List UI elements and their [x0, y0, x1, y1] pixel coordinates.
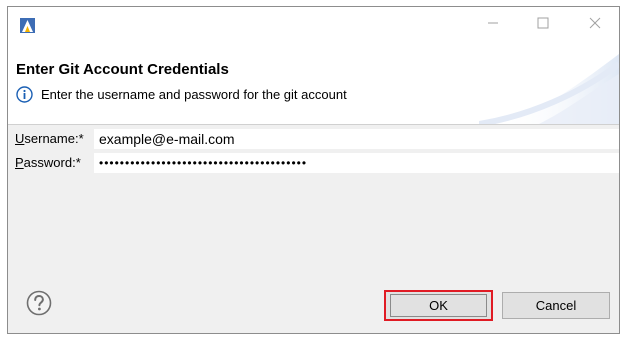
title-bar[interactable] [8, 7, 619, 44]
password-label-text: assword:* [23, 155, 81, 170]
dialog-title: Enter Git Account Credentials [16, 61, 229, 78]
cancel-button[interactable]: Cancel [502, 292, 610, 319]
dialog-header: Enter Git Account Credentials Enter the … [8, 44, 619, 124]
password-input[interactable] [94, 153, 619, 173]
info-icon [16, 86, 33, 103]
password-label: Password:* [15, 155, 81, 170]
git-credentials-dialog: Enter Git Account Credentials Enter the … [7, 6, 620, 334]
dialog-message: Enter the username and password for the … [41, 87, 347, 102]
username-label-mnemonic: U [15, 131, 25, 146]
app-icon [19, 17, 36, 34]
maximize-button[interactable] [520, 7, 566, 39]
minimize-button[interactable] [470, 7, 516, 39]
password-label-mnemonic: P [15, 155, 24, 170]
help-icon[interactable] [26, 290, 52, 316]
password-row: Password:* [8, 153, 619, 173]
username-label-text: sername:* [24, 131, 84, 146]
username-label: Username:* [15, 131, 84, 146]
close-button[interactable] [572, 7, 618, 39]
header-banner-graphic [479, 54, 619, 124]
close-icon [589, 17, 601, 29]
header-separator [8, 124, 619, 125]
maximize-icon [537, 17, 549, 29]
ok-button[interactable]: OK [384, 290, 493, 321]
minimize-icon [488, 22, 498, 24]
username-row: Username:* [8, 129, 619, 149]
username-input[interactable] [94, 129, 619, 149]
ok-button-label: OK [390, 294, 487, 317]
